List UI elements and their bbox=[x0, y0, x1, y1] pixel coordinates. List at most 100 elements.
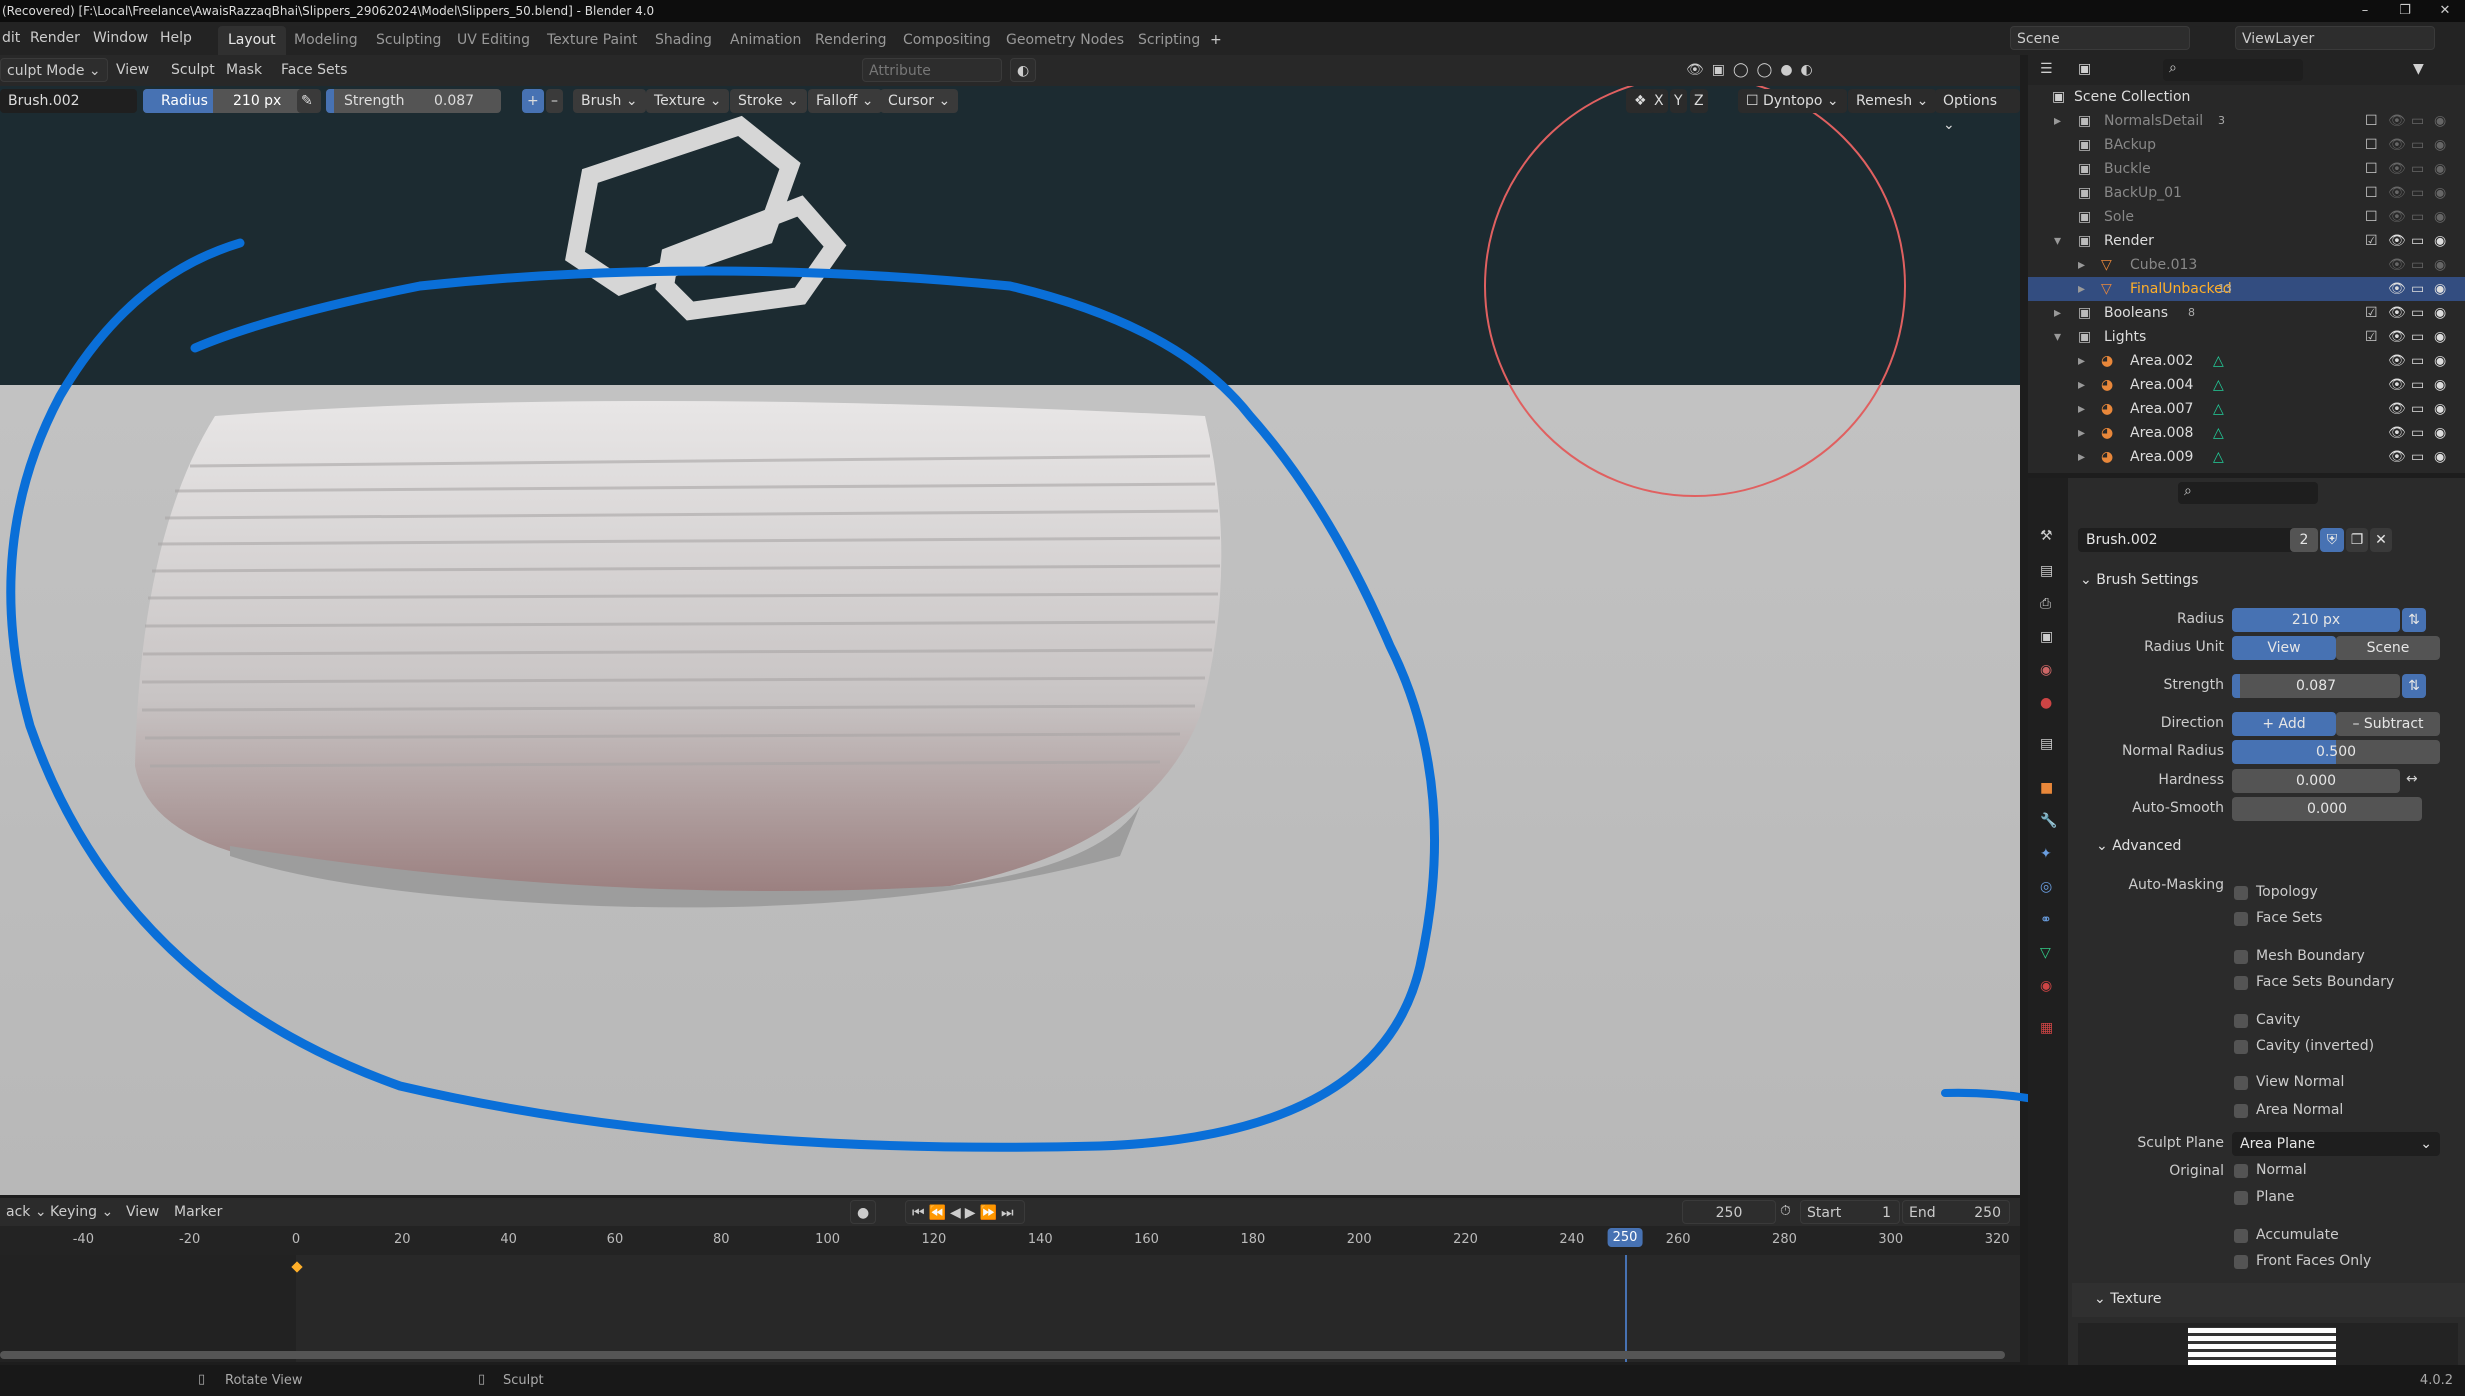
strength-slider[interactable]: Strength 0.087 bbox=[326, 89, 501, 113]
outliner-row[interactable]: ▸ ▣ NormalsDetail 3 ☐ 👁 ▭ ◉ bbox=[2028, 109, 2465, 133]
material-tab-icon[interactable]: ◉ bbox=[2040, 978, 2052, 994]
particles-tab-icon[interactable]: ✦ bbox=[2040, 846, 2052, 862]
visibility-eye-icon[interactable]: 👁 bbox=[2388, 325, 2406, 349]
mirror-z-toggle[interactable]: Z bbox=[1690, 89, 1708, 113]
outliner-row[interactable]: ▣ Sole ☐ 👁 ▭ ◉ bbox=[2028, 205, 2465, 229]
tab-modeling[interactable]: Modeling bbox=[284, 26, 368, 55]
normal-radius-field[interactable]: 0.500 bbox=[2232, 740, 2440, 764]
render-camera-icon[interactable]: ◉ bbox=[2434, 421, 2446, 445]
brush-datablock-field[interactable]: Brush.002 bbox=[2078, 528, 2318, 552]
remesh-menu[interactable]: Remesh ⌄ bbox=[1848, 89, 1937, 113]
outliner-row[interactable]: ▣ BackUp_01 ☐ 👁 ▭ ◉ bbox=[2028, 181, 2465, 205]
visibility-eye-icon[interactable]: 👁 bbox=[2388, 301, 2406, 325]
visibility-eye-icon[interactable]: 👁 bbox=[2388, 253, 2406, 277]
marker-menu[interactable]: Marker bbox=[168, 1200, 228, 1224]
outliner-scene-collection[interactable]: ▣ Scene Collection bbox=[2028, 85, 2465, 109]
viewport-display-icon[interactable]: ▭ bbox=[2411, 325, 2424, 349]
tab-shading[interactable]: Shading bbox=[645, 26, 722, 55]
viewport-display-icon[interactable]: ▭ bbox=[2411, 253, 2424, 277]
menu-render[interactable]: Render bbox=[30, 22, 80, 55]
constraints-tab-icon[interactable]: ⚭ bbox=[2040, 912, 2052, 928]
world-tab-icon[interactable]: ● bbox=[2040, 695, 2052, 711]
tool-tab-icon[interactable]: ⚒ bbox=[2040, 528, 2053, 544]
viewport-display-icon[interactable]: ▭ bbox=[2411, 301, 2424, 325]
render-camera-icon[interactable]: ◉ bbox=[2434, 109, 2446, 133]
render-camera-icon[interactable]: ◉ bbox=[2434, 349, 2446, 373]
minimize-button[interactable]: – bbox=[2345, 0, 2385, 22]
viewport-display-icon[interactable]: ▭ bbox=[2411, 157, 2424, 181]
visibility-eye-icon[interactable]: 👁 bbox=[2388, 277, 2406, 301]
shading-buttons[interactable]: 👁▣◯◯●◐ bbox=[1680, 58, 1980, 82]
menu-mask[interactable]: Mask bbox=[220, 58, 268, 82]
data-tab-icon[interactable]: ▽ bbox=[2040, 945, 2051, 961]
visibility-eye-icon[interactable]: 👁 bbox=[2388, 133, 2406, 157]
visibility-eye-icon[interactable]: 👁 bbox=[2388, 397, 2406, 421]
invert-icon[interactable]: ↔ bbox=[2406, 771, 2418, 787]
menu-view[interactable]: View bbox=[110, 58, 155, 82]
auto-masking-checkbox[interactable] bbox=[2234, 976, 2248, 990]
render-camera-icon[interactable]: ◉ bbox=[2434, 325, 2446, 349]
render-camera-icon[interactable]: ◉ bbox=[2434, 301, 2446, 325]
viewport-display-icon[interactable]: ▭ bbox=[2411, 181, 2424, 205]
expand-arrow-icon[interactable]: ▸ bbox=[2078, 397, 2085, 421]
texture-menu[interactable]: Texture ⌄ bbox=[646, 89, 730, 113]
exclude-checkbox[interactable]: ☐ bbox=[2365, 109, 2378, 133]
render-camera-icon[interactable]: ◉ bbox=[2434, 253, 2446, 277]
expand-arrow-icon[interactable]: ▸ bbox=[2078, 277, 2085, 301]
unlink-brush-icon[interactable]: ✕ bbox=[2370, 528, 2392, 552]
outliner-row[interactable]: ▸ ◕ Area.008 △ 👁 ▭ ◉ bbox=[2028, 421, 2465, 445]
menu-window[interactable]: Window bbox=[93, 22, 148, 55]
playhead-line[interactable] bbox=[1625, 1255, 1627, 1362]
direction-subtract[interactable]: – Subtract bbox=[2336, 712, 2440, 736]
outliner-row[interactable]: ▸ ◕ Area.007 △ 👁 ▭ ◉ bbox=[2028, 397, 2465, 421]
visibility-eye-icon[interactable]: 👁 bbox=[2388, 157, 2406, 181]
viewport-display-icon[interactable]: ▭ bbox=[2411, 205, 2424, 229]
visibility-eye-icon[interactable]: 👁 bbox=[2388, 229, 2406, 253]
record-button[interactable]: ● bbox=[850, 1200, 877, 1224]
visibility-eye-icon[interactable]: 👁 bbox=[2388, 205, 2406, 229]
direction-add-button[interactable]: + bbox=[522, 89, 544, 113]
viewport-display-icon[interactable]: ▭ bbox=[2411, 109, 2424, 133]
outliner-row[interactable]: ▸ ▣ Booleans 8 ☑ 👁 ▭ ◉ bbox=[2028, 301, 2465, 325]
exclude-checkbox[interactable]: ☐ bbox=[2365, 133, 2378, 157]
render-camera-icon[interactable]: ◉ bbox=[2434, 205, 2446, 229]
end-frame-field[interactable]: End 250 bbox=[1902, 1200, 2010, 1224]
outliner-row[interactable]: ▣ BAckup ☐ 👁 ▭ ◉ bbox=[2028, 133, 2465, 157]
front-faces-checkbox[interactable] bbox=[2234, 1255, 2248, 1269]
timeline-ruler[interactable]: -40 -20 0 20 40 60 80 100 120 140 160 180 200 220 240 2… bbox=[0, 1226, 2020, 1255]
render-camera-icon[interactable]: ◉ bbox=[2434, 133, 2446, 157]
viewport-display-icon[interactable]: ▭ bbox=[2411, 445, 2424, 469]
expand-arrow-icon[interactable]: ▸ bbox=[2078, 445, 2085, 469]
attribute-selector[interactable]: Attribute bbox=[862, 58, 1002, 82]
render-camera-icon[interactable]: ◉ bbox=[2434, 157, 2446, 181]
auto-masking-checkbox[interactable] bbox=[2234, 912, 2248, 926]
menu-face-sets[interactable]: Face Sets bbox=[275, 58, 353, 82]
expand-arrow-icon[interactable]: ▾ bbox=[2054, 229, 2061, 253]
menu-sculpt[interactable]: Sculpt bbox=[165, 58, 221, 82]
view-layer-selector[interactable]: ViewLayer bbox=[2235, 26, 2435, 50]
mirror-x-toggle[interactable]: X bbox=[1650, 89, 1668, 113]
close-button[interactable]: ✕ bbox=[2425, 0, 2465, 22]
tab-compositing[interactable]: Compositing bbox=[893, 26, 1001, 55]
original-plane-checkbox[interactable] bbox=[2234, 1191, 2248, 1205]
tab-layout[interactable]: Layout bbox=[218, 26, 286, 55]
tab-scripting[interactable]: Scripting bbox=[1128, 26, 1210, 55]
outliner-row[interactable]: ▸ ◕ Area.004 △ 👁 ▭ ◉ bbox=[2028, 373, 2465, 397]
tab-rendering[interactable]: Rendering bbox=[805, 26, 897, 55]
auto-masking-checkbox[interactable] bbox=[2234, 1040, 2248, 1054]
pressure-icon[interactable]: ✎ bbox=[297, 89, 321, 113]
outliner-row[interactable]: ▸ ◕ Area.002 △ 👁 ▭ ◉ bbox=[2028, 349, 2465, 373]
fake-user-shield-icon[interactable]: ⛨ bbox=[2320, 528, 2344, 552]
start-frame-field[interactable]: Start 1 bbox=[1800, 1200, 1900, 1224]
expand-arrow-icon[interactable]: ▾ bbox=[2054, 325, 2061, 349]
color-picker-icon[interactable]: ◐ bbox=[1010, 58, 1037, 82]
texture-section[interactable]: ⌄ Texture bbox=[2072, 1283, 2465, 1317]
expand-arrow-icon[interactable]: ▸ bbox=[2078, 421, 2085, 445]
tab-geometry-nodes[interactable]: Geometry Nodes bbox=[996, 26, 1134, 55]
brush-name-field[interactable]: Brush.002 bbox=[0, 89, 137, 113]
filter-icon[interactable]: ▼ bbox=[2413, 61, 2424, 77]
direction-add[interactable]: + Add bbox=[2232, 712, 2336, 736]
timeline-area[interactable] bbox=[0, 1255, 2020, 1362]
output-tab-icon[interactable]: ⎙ bbox=[2040, 596, 2051, 612]
auto-masking-checkbox[interactable] bbox=[2234, 1104, 2248, 1118]
